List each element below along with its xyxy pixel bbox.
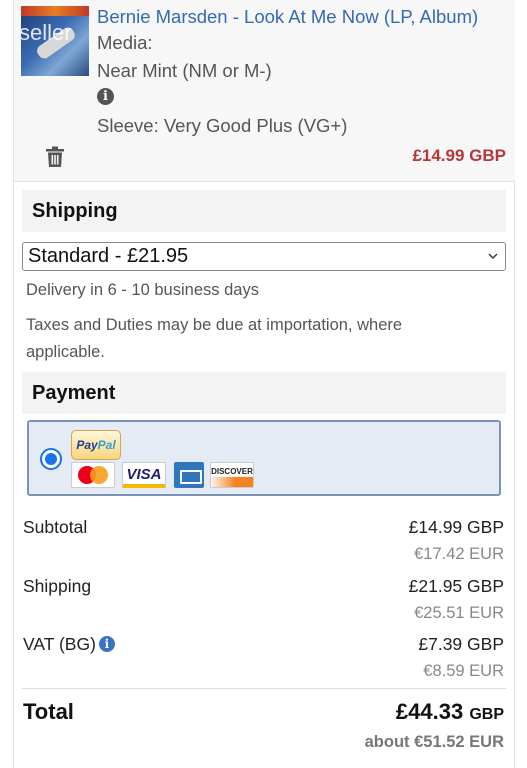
total-eur: about €51.52 EUR — [364, 733, 504, 751]
total-gbp-currency: GBP — [469, 706, 504, 723]
subtotal-eur: €17.42 EUR — [414, 545, 504, 563]
item-title-link[interactable]: Bernie Marsden - Look At Me Now (LP, Alb… — [97, 6, 478, 28]
vat-label-row: VAT (BG) i — [23, 634, 115, 655]
mastercard-icon — [71, 462, 115, 488]
media-label: Media: — [97, 32, 153, 53]
totals-divider — [22, 688, 506, 689]
shipping-method-select[interactable]: Standard - £21.95 — [22, 242, 506, 271]
taxes-note: Taxes and Duties may be due at importati… — [26, 316, 403, 361]
shipping-total-label: Shipping — [23, 576, 92, 596]
cart-item: seller Bernie Marsden - Look At Me Now (… — [14, 0, 515, 182]
item-price: £14.99 GBP — [412, 146, 506, 165]
vat-eur: €8.59 EUR — [423, 662, 504, 680]
radio-selected-icon[interactable] — [40, 448, 62, 470]
shipping-eur: €25.51 EUR — [414, 604, 504, 622]
trash-icon[interactable] — [45, 146, 65, 168]
thumb-watermark: seller — [21, 20, 72, 45]
delivery-estimate: Delivery in 6 - 10 business days — [26, 281, 259, 299]
paypal-text-b: Pal — [97, 438, 116, 452]
subtotal-label: Subtotal — [23, 517, 88, 537]
visa-icon: VISA — [122, 462, 166, 488]
album-thumbnail[interactable]: seller — [21, 6, 89, 76]
vat-gbp: £7.39 GBP — [418, 634, 504, 654]
amex-icon — [174, 462, 204, 488]
thumb-band — [21, 6, 89, 16]
payment-heading: Payment — [22, 372, 506, 414]
paypal-payment-option[interactable]: PayPal VISA DISCOVER — [27, 420, 501, 496]
total-label: Total — [23, 699, 74, 724]
media-condition: Near Mint (NM or M-) — [97, 60, 272, 81]
total-gbp-amount: £44.33 — [395, 699, 464, 724]
discover-text: DISCOVER — [211, 467, 253, 476]
shipping-gbp: £21.95 GBP — [408, 576, 504, 596]
vat-label: VAT (BG) — [23, 634, 96, 654]
chevron-down-icon — [488, 253, 498, 259]
sleeve-condition: Sleeve: Very Good Plus (VG+) — [97, 115, 348, 136]
discover-icon: DISCOVER — [210, 462, 254, 488]
shipping-heading: Shipping — [22, 190, 506, 232]
paypal-text-a: Pay — [76, 438, 98, 452]
vat-info-icon[interactable]: i — [98, 636, 115, 652]
shipping-selected-option: Standard - £21.95 — [28, 245, 189, 267]
paypal-logo: PayPal — [71, 430, 121, 460]
info-icon[interactable]: i — [97, 88, 114, 105]
total-gbp: £44.33 GBP — [396, 699, 504, 725]
subtotal-gbp: £14.99 GBP — [408, 517, 504, 537]
